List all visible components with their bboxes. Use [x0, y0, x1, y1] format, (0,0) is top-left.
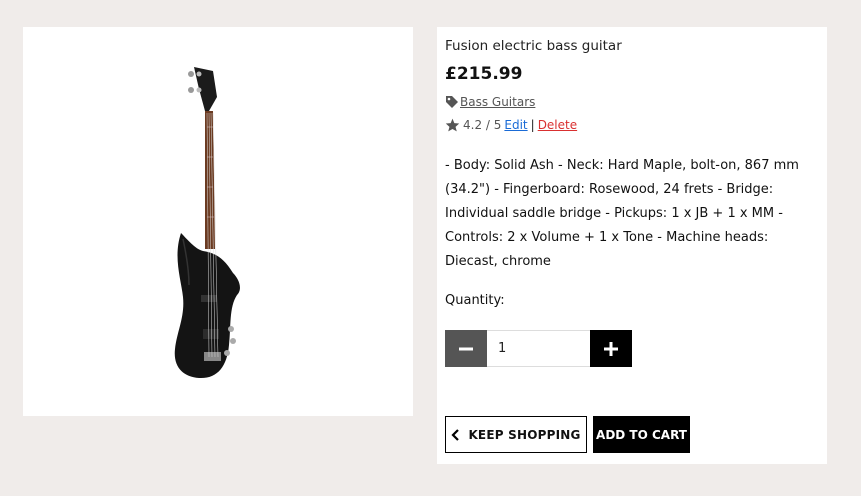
product-category: Bass Guitars: [445, 95, 535, 109]
category-link[interactable]: Bass Guitars: [460, 95, 535, 109]
quantity-stepper: [445, 330, 632, 367]
increase-quantity-button[interactable]: [590, 330, 632, 367]
product-image: [174, 67, 240, 379]
star-icon: [445, 118, 460, 132]
rating-separator: |: [530, 118, 535, 132]
add-to-cart-label: ADD TO CART: [596, 427, 687, 442]
product-title: Fusion electric bass guitar: [445, 38, 622, 54]
product-info-card: Fusion electric bass guitar £215.99 Bass…: [437, 27, 827, 464]
product-image-card: [23, 27, 413, 416]
minus-icon: [459, 347, 473, 350]
add-to-cart-button[interactable]: ADD TO CART: [593, 416, 690, 453]
keep-shopping-button[interactable]: KEEP SHOPPING: [445, 416, 587, 453]
product-price: £215.99: [445, 64, 523, 84]
delete-link[interactable]: Delete: [538, 118, 577, 132]
quantity-input[interactable]: [487, 330, 590, 367]
product-rating: 4.2 / 5 Edit | Delete: [445, 118, 577, 132]
edit-link[interactable]: Edit: [504, 118, 527, 132]
chevron-left-icon: [451, 428, 460, 441]
plus-icon: [604, 341, 618, 356]
product-description: - Body: Solid Ash - Neck: Hard Maple, bo…: [445, 158, 799, 269]
tag-icon: [446, 96, 458, 108]
rating-value: 4.2 / 5: [463, 118, 502, 132]
keep-shopping-label: KEEP SHOPPING: [468, 427, 581, 442]
quantity-label: Quantity:: [445, 293, 505, 308]
decrease-quantity-button[interactable]: [445, 330, 487, 367]
